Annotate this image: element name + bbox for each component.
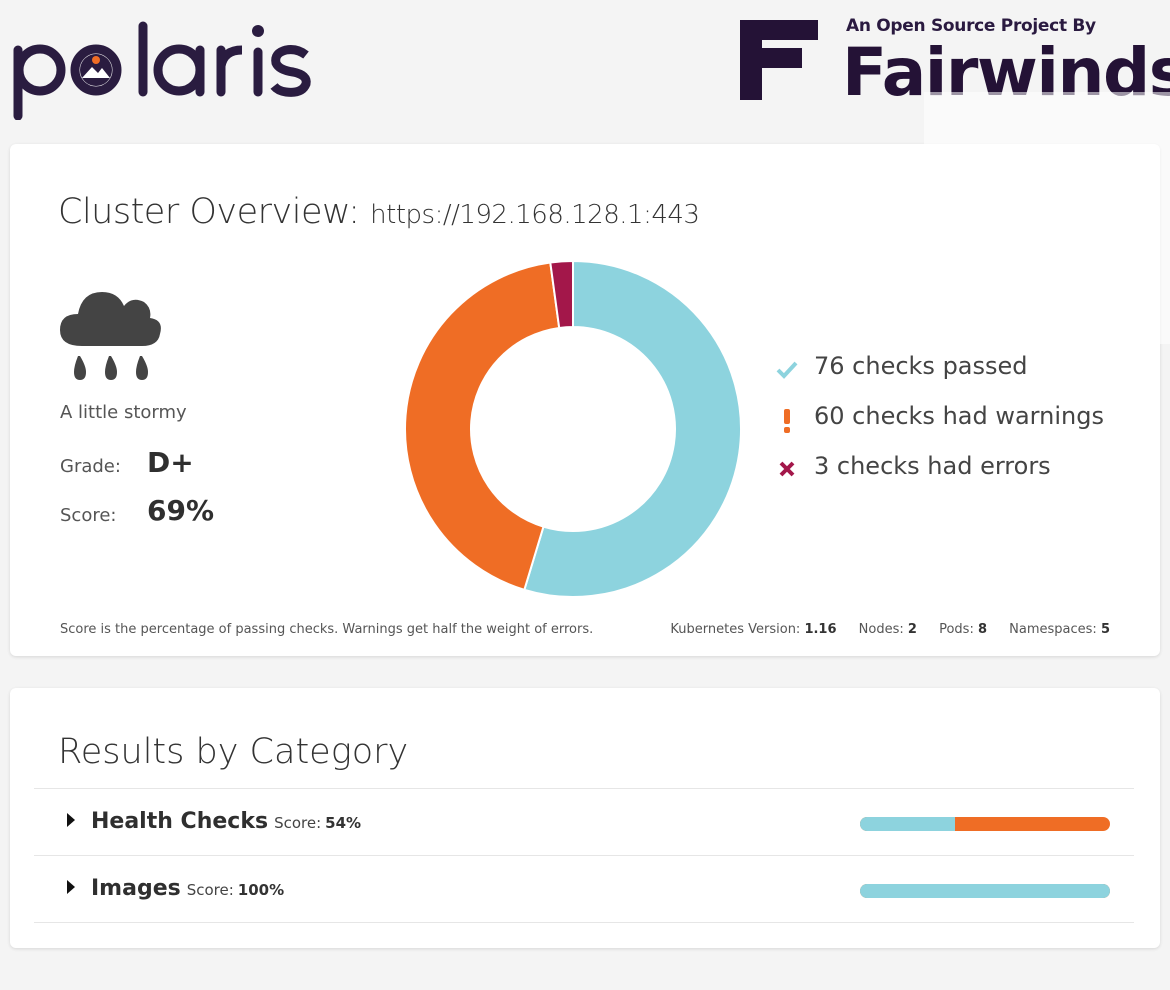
category-score-bar-pass (860, 817, 955, 831)
check-icon (776, 358, 798, 380)
fairwinds-tagline: An Open Source Project By (846, 16, 1096, 36)
category-score-bar-pass (860, 884, 1110, 898)
nodes-stat: Nodes: 2 (858, 622, 917, 637)
category-score-bar (860, 817, 1110, 831)
legend-errors-text: 3 checks had errors (814, 452, 1051, 480)
legend-warnings-text: 60 checks had warnings (814, 402, 1104, 430)
checks-donut-chart (404, 259, 742, 598)
results-by-category-card: Results by Category Health Checks Score: 5… (10, 688, 1160, 948)
cluster-overview-title: Cluster Overview: https://192.168.128.1:… (58, 192, 700, 232)
donut-slice-warnings (404, 261, 561, 592)
weather-description: A little stormy (60, 402, 187, 423)
category-score-bar (860, 884, 1110, 898)
score-footnote: Score is the percentage of passing check… (60, 622, 594, 637)
exclamation-icon (776, 408, 798, 433)
score-label: Score: (60, 505, 117, 526)
x-icon (776, 458, 798, 480)
score-value: 69% (147, 494, 215, 527)
category-row-divider (34, 922, 1134, 990)
category-name: Images Score: 100% (91, 876, 285, 901)
k8s-version-stat: Kubernetes Version: 1.16 (670, 622, 837, 637)
caret-right-icon[interactable] (67, 880, 75, 894)
category-name: Health Checks Score: 54% (91, 809, 362, 834)
cloud-rain-icon (60, 284, 164, 390)
polaris-logo-graphic (13, 21, 311, 121)
overview-title-text: Cluster Overview: (58, 192, 360, 232)
grade-value: D+ (147, 446, 194, 479)
namespaces-stat: Namespaces: 5 (1009, 622, 1110, 637)
overlay-ghost (924, 92, 1170, 344)
category-row-images[interactable]: Images Score: 100% (34, 855, 1134, 923)
pods-stat: Pods: 8 (939, 622, 988, 637)
polaris-logo[interactable] (12, 20, 322, 121)
grade-label: Grade: (60, 456, 121, 477)
fairwinds-mark-icon (740, 20, 818, 100)
results-title: Results by Category (58, 732, 409, 772)
cluster-url: https://192.168.128.1:443 (370, 200, 700, 230)
cluster-stats: Kubernetes Version: 1.16 Nodes: 2 Pods: … (670, 622, 1110, 637)
category-row-health-checks[interactable]: Health Checks Score: 54% (34, 788, 1134, 856)
category-score: 100% (237, 881, 285, 899)
category-score: 54% (325, 814, 362, 832)
legend-passed-text: 76 checks passed (814, 352, 1028, 380)
caret-right-icon[interactable] (67, 813, 75, 827)
